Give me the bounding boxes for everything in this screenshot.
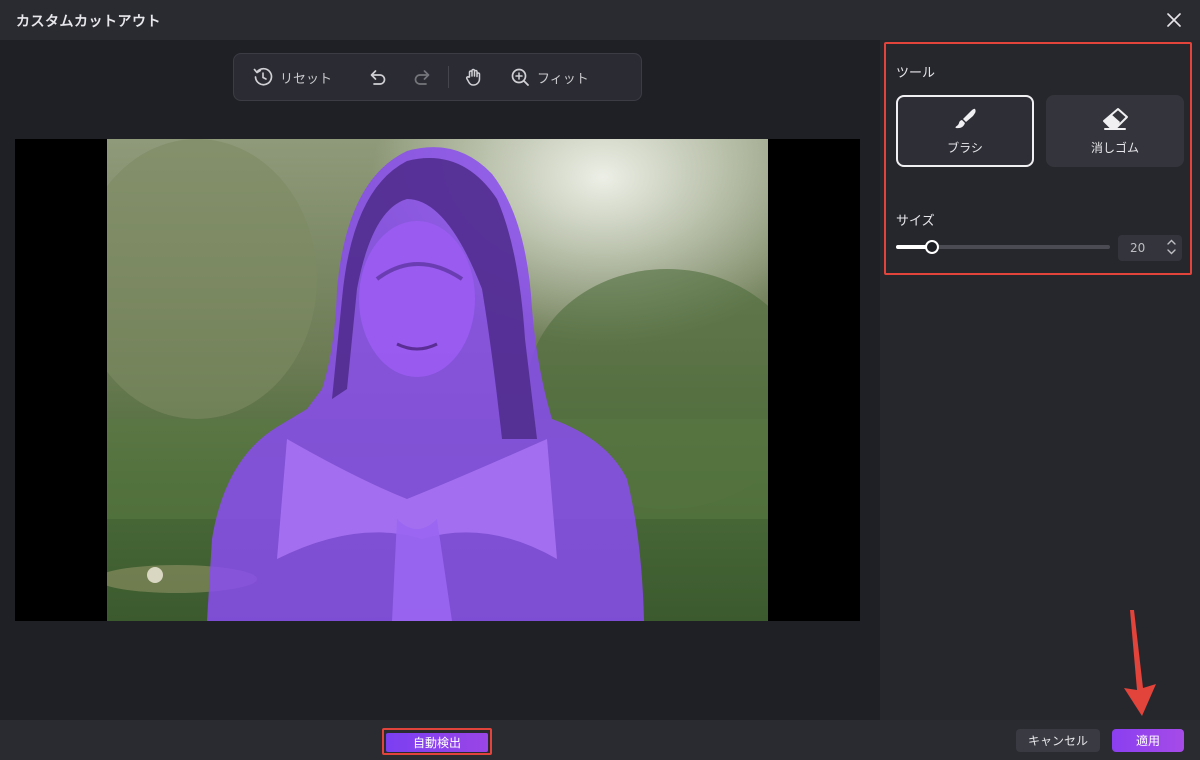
redo-icon bbox=[414, 70, 430, 85]
brush-icon bbox=[955, 108, 976, 128]
edit-canvas[interactable] bbox=[107, 139, 768, 621]
step-up-icon[interactable] bbox=[1167, 239, 1176, 245]
tools-heading: ツール bbox=[896, 66, 936, 81]
canvas-toolbar: リセット フィット bbox=[233, 53, 642, 101]
window-title: カスタムカットアウト bbox=[16, 14, 161, 30]
undo-icon bbox=[370, 70, 386, 85]
fit-label: フィット bbox=[537, 71, 589, 87]
title-bar: カスタムカットアウト bbox=[0, 0, 1200, 40]
size-slider[interactable] bbox=[896, 240, 1110, 254]
eraser-label: 消しゴム bbox=[1090, 140, 1139, 155]
image-frame bbox=[15, 139, 860, 621]
eraser-icon bbox=[1103, 107, 1128, 130]
reset-button[interactable]: リセット bbox=[252, 61, 332, 93]
apply-button[interactable]: 適用 bbox=[1112, 729, 1184, 752]
close-button[interactable] bbox=[1162, 8, 1186, 32]
size-input[interactable] bbox=[1130, 241, 1160, 255]
size-number-box bbox=[1118, 235, 1182, 261]
undo-button[interactable] bbox=[366, 61, 388, 93]
cancel-button[interactable]: キャンセル bbox=[1016, 729, 1100, 752]
auto-detect-highlight: 自動検出 bbox=[382, 728, 492, 755]
tools-section: ツール ブラシ 消しゴム サイズ bbox=[884, 42, 1192, 275]
zoom-in-icon bbox=[511, 68, 529, 86]
brush-tool-button[interactable]: ブラシ bbox=[896, 95, 1034, 167]
fit-button[interactable]: フィット bbox=[509, 61, 589, 93]
step-down-icon[interactable] bbox=[1167, 249, 1176, 255]
hand-tool-button[interactable] bbox=[463, 61, 485, 93]
bottom-bar: 自動検出 キャンセル 適用 bbox=[0, 720, 1200, 760]
size-stepper bbox=[1167, 239, 1176, 255]
reset-label: リセット bbox=[280, 71, 333, 87]
hand-icon bbox=[466, 68, 481, 86]
annotation-arrow-icon bbox=[1124, 610, 1156, 716]
brush-label: ブラシ bbox=[947, 140, 983, 155]
reset-icon bbox=[253, 67, 273, 86]
canvas-area: リセット フィット bbox=[0, 40, 880, 720]
close-icon bbox=[1167, 13, 1181, 27]
size-slider-thumb[interactable] bbox=[925, 240, 940, 254]
photo-illustration bbox=[107, 139, 768, 621]
redo-button[interactable] bbox=[412, 61, 434, 93]
toolbar-divider bbox=[448, 66, 450, 88]
auto-detect-button[interactable]: 自動検出 bbox=[386, 733, 488, 752]
eraser-tool-button[interactable]: 消しゴム bbox=[1046, 95, 1184, 167]
size-heading: サイズ bbox=[896, 214, 935, 229]
